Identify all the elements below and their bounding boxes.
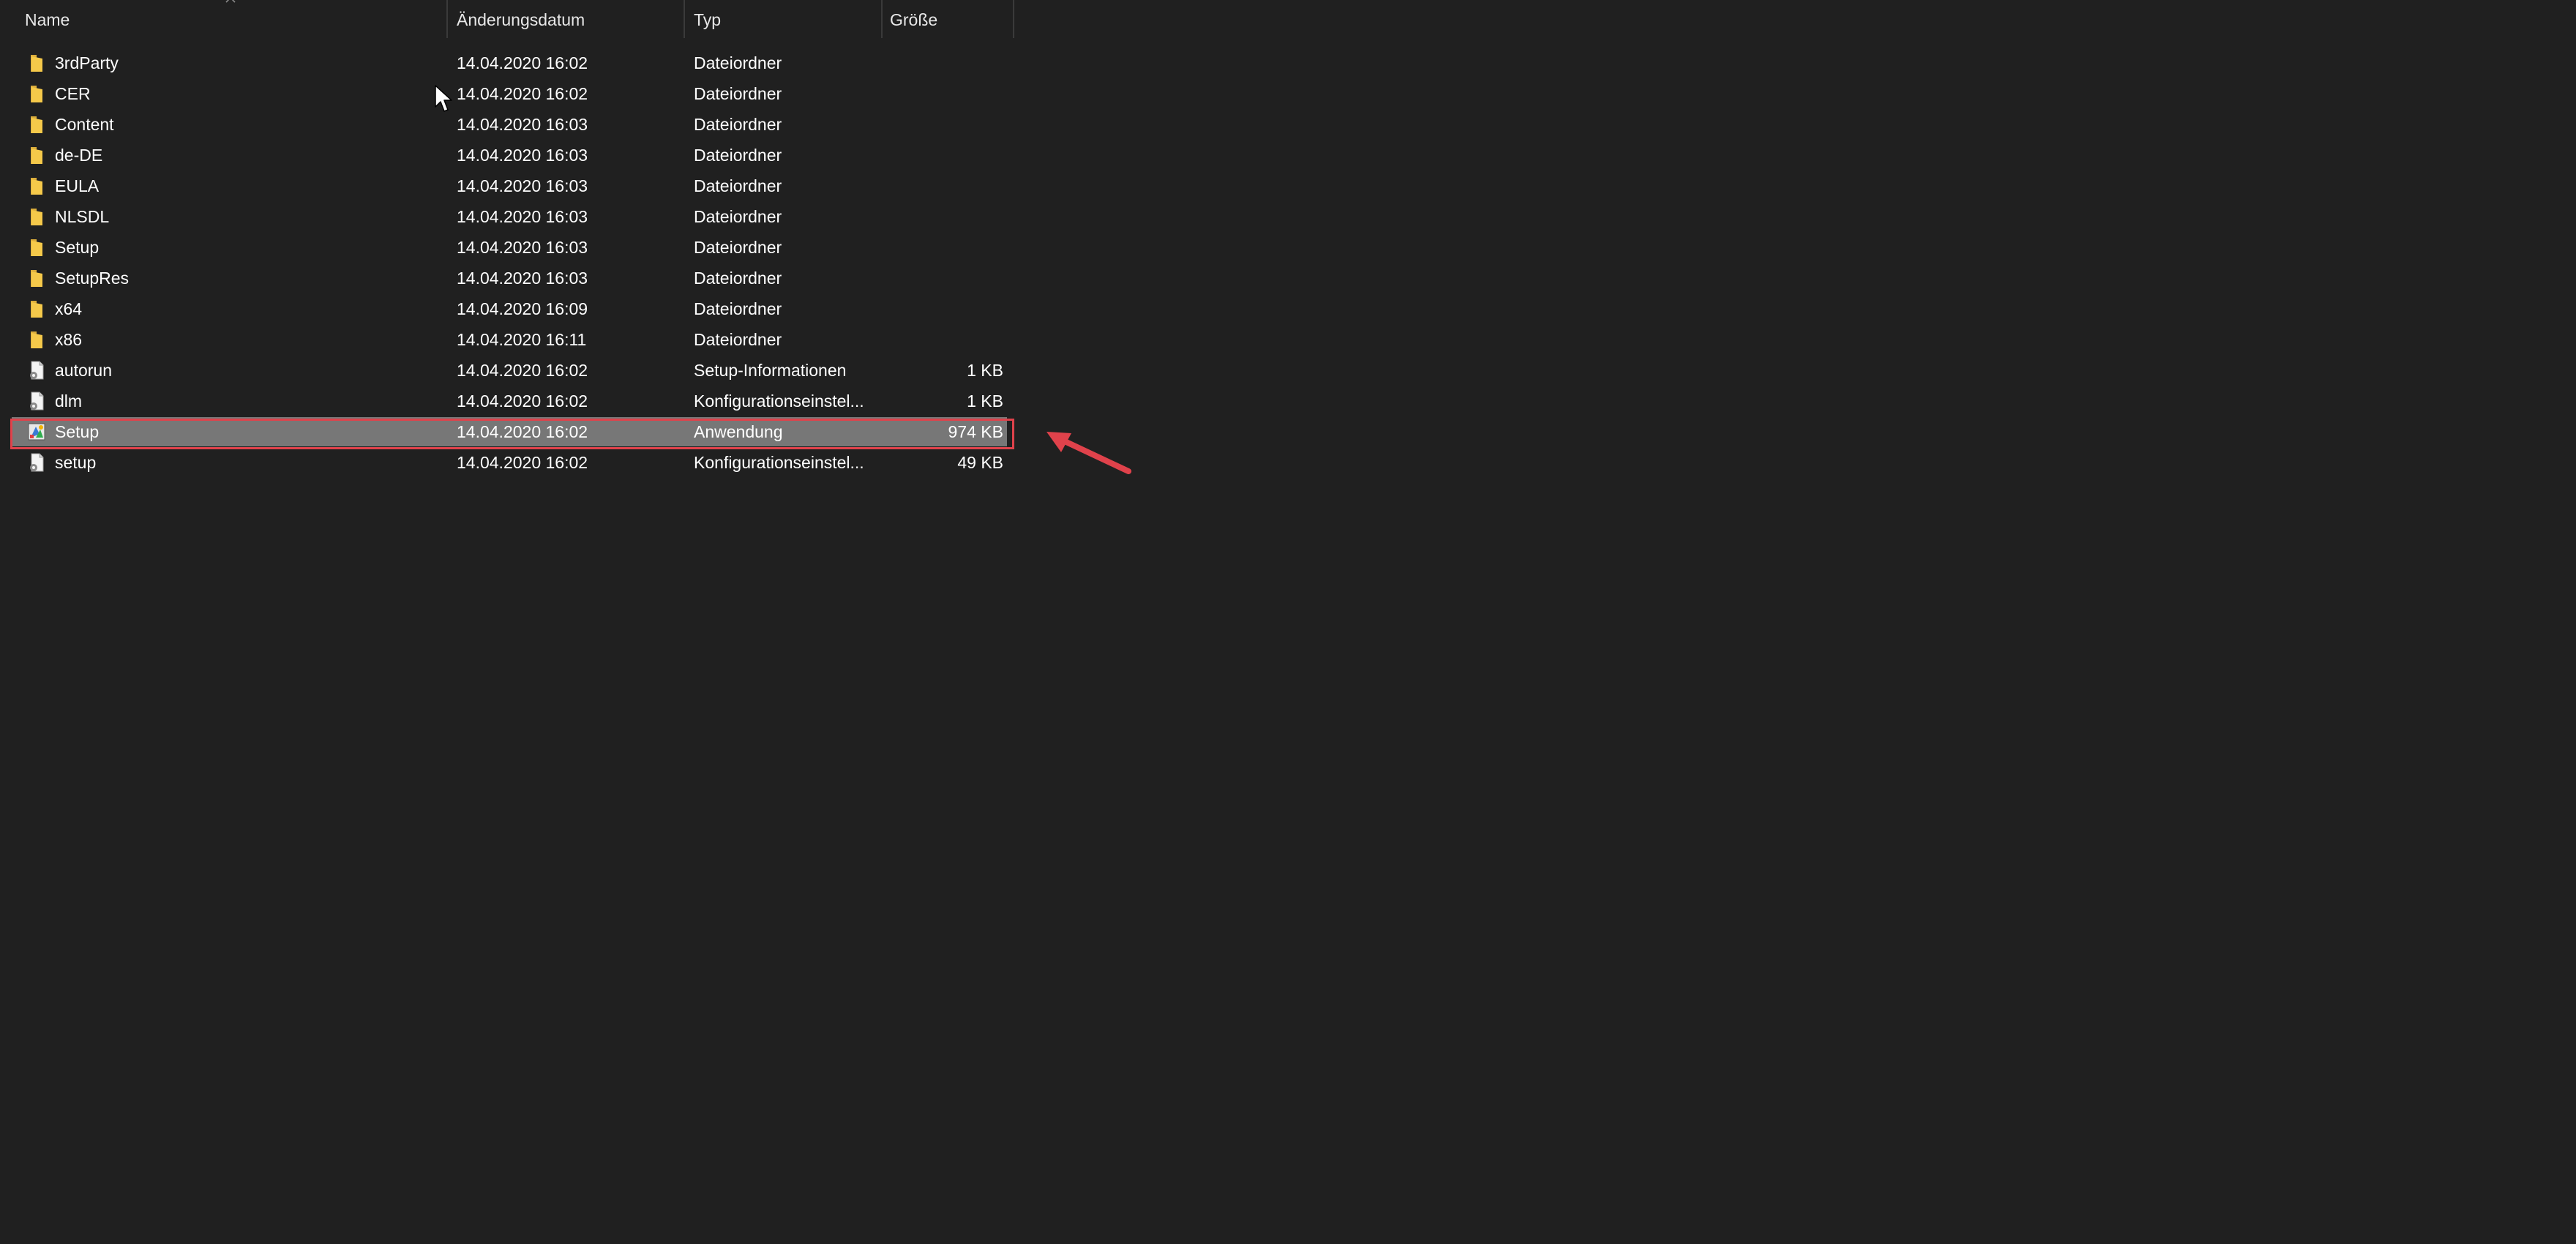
file-type: Konfigurationseinstel... (694, 391, 864, 411)
column-header-type[interactable]: Typ (694, 0, 721, 40)
file-date: 14.04.2020 16:02 (457, 422, 588, 441)
column-header-bar: Name Änderungsdatum Typ Größe (0, 0, 1017, 41)
mouse-cursor-icon (435, 85, 452, 112)
file-type: Dateiordner (694, 238, 782, 257)
file-name: de-DE (55, 146, 103, 165)
file-size: 1 KB (967, 391, 1003, 411)
file-size: 49 KB (957, 453, 1003, 472)
file-name: CER (55, 84, 91, 103)
column-divider[interactable] (446, 0, 448, 38)
file-row[interactable]: de-DE 14.04.2020 16:03 Dateiordner (12, 140, 1007, 170)
file-date: 14.04.2020 16:03 (457, 146, 588, 165)
file-size (890, 48, 1003, 78)
file-date: 14.04.2020 16:02 (457, 53, 588, 72)
file-name: x86 (55, 330, 83, 349)
file-size (890, 171, 1003, 201)
column-header-name[interactable]: Name (25, 0, 70, 40)
file-name: EULA (55, 176, 100, 195)
file-date: 14.04.2020 16:03 (457, 207, 588, 226)
column-divider[interactable] (684, 0, 685, 38)
sort-up-icon (225, 0, 236, 3)
file-type: Dateiordner (694, 176, 782, 195)
file-type: Setup-Informationen (694, 361, 847, 380)
file-date: 14.04.2020 16:03 (457, 269, 588, 288)
settings-file-icon (26, 391, 47, 411)
file-row[interactable]: setup 14.04.2020 16:02 Konfigurationseinst… (12, 448, 1007, 477)
file-size (890, 325, 1003, 354)
file-name: x64 (55, 299, 83, 318)
folder-icon (26, 268, 47, 288)
file-size (890, 140, 1003, 170)
folder-icon (26, 206, 47, 227)
file-type: Dateiordner (694, 330, 782, 349)
file-size (890, 202, 1003, 231)
settings-file-icon (26, 360, 47, 381)
file-row[interactable]: NLSDL 14.04.2020 16:03 Dateiordner (12, 202, 1007, 231)
file-type: Dateiordner (694, 53, 782, 72)
file-row[interactable]: Setup 14.04.2020 16:02 Anwendung 974 KB (12, 417, 1007, 446)
file-row[interactable]: 3rdParty 14.04.2020 16:02 Dateiordner (12, 48, 1007, 78)
file-row[interactable]: autorun 14.04.2020 16:02 Setup-Information… (12, 356, 1007, 385)
file-type: Dateiordner (694, 84, 782, 103)
file-size: 1 KB (967, 361, 1003, 380)
file-type: Konfigurationseinstel... (694, 453, 864, 472)
file-type: Dateiordner (694, 146, 782, 165)
file-name: autorun (55, 361, 113, 380)
annotation-arrow-icon (1046, 432, 1131, 474)
file-date: 14.04.2020 16:11 (457, 330, 587, 349)
file-row[interactable]: CER 14.04.2020 16:02 Dateiordner (12, 79, 1007, 108)
file-name: 3rdParty (55, 53, 119, 72)
folder-icon (26, 145, 47, 165)
file-name: Content (55, 115, 114, 134)
file-type: Dateiordner (694, 207, 782, 226)
file-name: dlm (55, 391, 83, 411)
file-date: 14.04.2020 16:09 (457, 299, 588, 318)
file-type: Dateiordner (694, 115, 782, 134)
file-name: Setup (55, 238, 100, 257)
file-row[interactable]: SetupRes 14.04.2020 16:03 Dateiordner (12, 263, 1007, 293)
file-date: 14.04.2020 16:03 (457, 176, 588, 195)
file-row[interactable]: dlm 14.04.2020 16:02 Konfigurationseinstel… (12, 386, 1007, 416)
file-row[interactable]: x86 14.04.2020 16:11 Dateiordner (12, 325, 1007, 354)
file-date: 14.04.2020 16:02 (457, 361, 588, 380)
file-date: 14.04.2020 16:02 (457, 84, 588, 103)
folder-icon (26, 176, 47, 196)
file-size (890, 110, 1003, 139)
file-size (890, 263, 1003, 293)
file-date: 14.04.2020 16:03 (457, 238, 588, 257)
setup-app-icon (26, 421, 47, 442)
file-size (890, 79, 1003, 108)
file-name: NLSDL (55, 207, 110, 226)
file-row[interactable]: EULA 14.04.2020 16:03 Dateiordner (12, 171, 1007, 201)
file-type: Anwendung (694, 422, 783, 441)
folder-icon (26, 237, 47, 258)
column-divider[interactable] (881, 0, 883, 38)
file-row[interactable]: Content 14.04.2020 16:03 Dateiordner (12, 110, 1007, 139)
folder-icon (26, 53, 47, 73)
folder-icon (26, 83, 47, 104)
file-size: 974 KB (948, 422, 1003, 441)
file-size (890, 294, 1003, 323)
file-list: Name Änderungsdatum Typ Größe 3rdParty 14… (0, 0, 1025, 512)
column-header-size[interactable]: Größe (890, 0, 937, 40)
folder-icon (26, 114, 47, 135)
folder-icon (26, 299, 47, 319)
file-name: SetupRes (55, 269, 130, 288)
file-date: 14.04.2020 16:02 (457, 453, 588, 472)
file-type: Dateiordner (694, 299, 782, 318)
column-divider[interactable] (1013, 0, 1014, 38)
file-row[interactable]: x64 14.04.2020 16:09 Dateiordner (12, 294, 1007, 323)
file-name: Setup (55, 422, 100, 441)
file-row[interactable]: Setup 14.04.2020 16:03 Dateiordner (12, 233, 1007, 262)
file-date: 14.04.2020 16:02 (457, 391, 588, 411)
settings-file-icon (26, 452, 47, 473)
file-name: setup (55, 453, 97, 472)
file-date: 14.04.2020 16:03 (457, 115, 588, 134)
file-size (890, 233, 1003, 262)
file-type: Dateiordner (694, 269, 782, 288)
folder-icon (26, 329, 47, 350)
column-header-date[interactable]: Änderungsdatum (457, 0, 585, 40)
